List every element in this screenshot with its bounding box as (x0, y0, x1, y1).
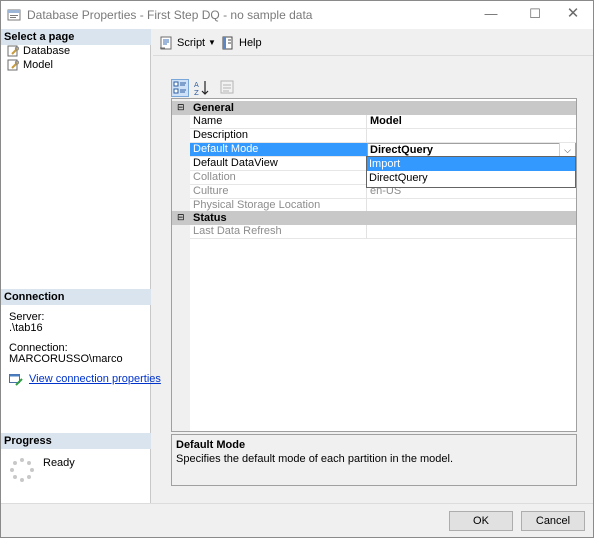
main-toolbar: Script ▼ Help (153, 31, 593, 53)
wrench-page-icon (7, 59, 19, 71)
dropdown-option-import[interactable]: Import (367, 157, 575, 171)
property-grid: ⊟ General Name Model Description Default… (171, 98, 577, 432)
property-row-last-data-refresh[interactable]: Last Data Refresh (190, 225, 576, 239)
script-label: Script (177, 37, 206, 49)
grid-column-divider (366, 115, 367, 129)
category-row-general[interactable]: ⊟ General (172, 101, 576, 115)
database-properties-icon (7, 9, 21, 21)
property-name: Collation (193, 171, 236, 183)
progress-spinner-icon (10, 458, 34, 482)
property-name: Culture (193, 185, 229, 197)
minimize-button[interactable]: — (471, 1, 511, 29)
connection-value: MARCORUSSO\marco (9, 353, 123, 365)
categorized-view-button[interactable] (171, 79, 189, 97)
dropdown-option-directquery[interactable]: DirectQuery (367, 171, 575, 185)
wrench-page-icon (7, 45, 19, 57)
property-row-name[interactable]: Name Model (190, 115, 576, 129)
help-icon (222, 36, 233, 50)
connection-properties-icon (9, 374, 23, 386)
help-button[interactable]: Help (221, 34, 262, 52)
ok-button[interactable]: OK (449, 511, 513, 531)
database-properties-dialog: Database Properties - First Step DQ - no… (0, 0, 594, 538)
title-bar: Database Properties - First Step DQ - no… (1, 1, 593, 29)
toolbar-divider (153, 55, 593, 56)
grid-column-divider (366, 225, 367, 239)
sort-alphabetical-icon: A Z (194, 81, 209, 97)
svg-text:Z: Z (194, 89, 199, 97)
window-title: Database Properties - First Step DQ - no… (27, 8, 313, 22)
property-name: Description (193, 129, 249, 141)
maximize-button[interactable]: ☐ (515, 1, 555, 29)
default-mode-combobox[interactable]: DirectQuery ⌵ (367, 143, 576, 157)
description-title: Default Mode (176, 439, 246, 451)
property-name: Name (193, 115, 223, 127)
svg-text:A: A (194, 81, 199, 89)
property-name: Default Mode (193, 143, 259, 155)
property-value[interactable]: Model (370, 115, 402, 128)
progress-header: Progress (1, 433, 151, 449)
alphabetical-view-button[interactable]: A Z (193, 79, 211, 97)
progress-status: Ready (43, 457, 75, 469)
grid-margin (172, 99, 190, 431)
property-description-panel: Default Mode Specifies the default mode … (171, 434, 577, 486)
category-label: Status (193, 212, 227, 224)
collapse-icon[interactable]: ⊟ (177, 103, 186, 112)
category-label: General (193, 102, 234, 114)
category-row-status[interactable]: ⊟ Status (172, 211, 576, 225)
page-item-label: Database (23, 45, 71, 57)
server-value: .\tab16 (9, 322, 43, 334)
description-text: Specifies the default mode of each parti… (176, 453, 454, 465)
property-row-default-mode[interactable]: Default Mode DirectQuery ⌵ (190, 143, 576, 157)
page-selector-pane: Select a page Database Model Connection … (1, 29, 161, 503)
select-page-header: Select a page (1, 29, 151, 45)
collapse-icon[interactable]: ⊟ (177, 213, 186, 222)
cancel-button[interactable]: Cancel (521, 511, 585, 531)
property-name: Default DataView (193, 157, 278, 169)
footer-divider (1, 503, 593, 504)
categorized-icon (173, 81, 186, 94)
grid-column-divider (366, 129, 367, 143)
connection-header: Connection (1, 289, 151, 305)
chevron-down-icon[interactable]: ⌵ (559, 143, 575, 157)
property-grid-toolbar: A Z (171, 79, 241, 97)
property-pages-button[interactable] (219, 79, 237, 97)
help-label: Help (239, 37, 262, 49)
default-mode-dropdown-list: Import DirectQuery (366, 156, 576, 188)
script-dropdown-caret-icon[interactable]: ▼ (207, 34, 217, 52)
script-icon (160, 36, 172, 50)
property-row-description[interactable]: Description (190, 129, 576, 143)
property-name: Last Data Refresh (193, 225, 282, 237)
close-button[interactable]: ✕ (553, 1, 593, 29)
page-item-label: Model (23, 59, 53, 71)
view-connection-properties-label: View connection properties (29, 373, 161, 385)
property-pages-icon (220, 80, 234, 94)
